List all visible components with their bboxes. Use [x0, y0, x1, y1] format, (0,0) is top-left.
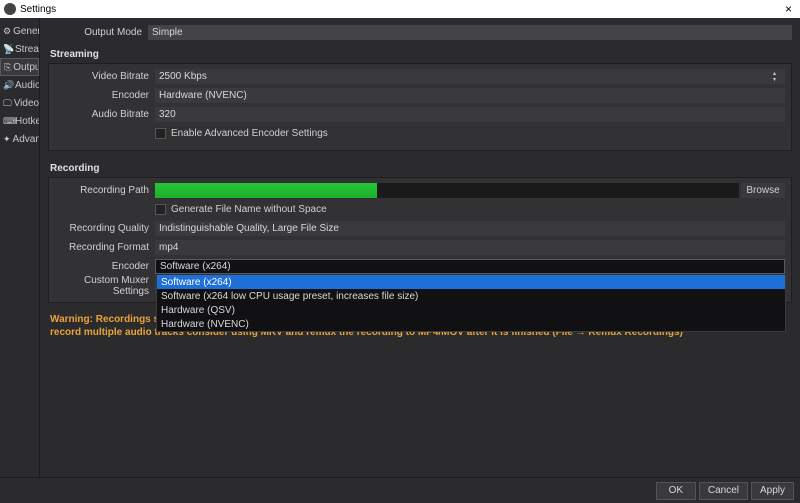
stream-icon: 📡 — [3, 44, 13, 55]
cancel-button[interactable]: Cancel — [699, 482, 748, 500]
recording-path-input[interactable] — [155, 183, 739, 198]
sidebar-item-general[interactable]: ⚙ General — [0, 22, 39, 40]
recording-format-select[interactable]: mp4 — [155, 240, 785, 255]
output-icon: ⎘ — [4, 62, 11, 73]
advanced-icon: ✦ — [3, 134, 11, 145]
sidebar-item-stream[interactable]: 📡 Stream — [0, 40, 39, 58]
sidebar-item-label: Output — [13, 62, 39, 73]
recording-encoder-select[interactable]: Software (x264) — [155, 259, 785, 274]
encoder-option[interactable]: Hardware (NVENC) — [157, 317, 785, 331]
browse-button[interactable]: Browse — [741, 183, 785, 198]
spinner-icon[interactable]: ▴▾ — [773, 69, 783, 84]
adv-encoder-checkbox-label: Enable Advanced Encoder Settings — [171, 128, 328, 139]
video-bitrate-label: Video Bitrate — [55, 71, 155, 82]
recording-quality-select[interactable]: Indistinguishable Quality, Large File Si… — [155, 221, 785, 236]
settings-sidebar: ⚙ General 📡 Stream ⎘ Output 🔊 Audio 🖵 Vi… — [0, 18, 40, 477]
audio-icon: 🔊 — [3, 80, 13, 91]
sidebar-item-label: Advanced — [13, 134, 39, 145]
sidebar-item-label: Video — [14, 98, 39, 109]
encoder-option[interactable]: Hardware (QSV) — [157, 303, 785, 317]
gear-icon: ⚙ — [3, 26, 11, 37]
muxer-label: Custom Muxer Settings — [55, 275, 155, 297]
audio-bitrate-select[interactable]: 320 — [155, 107, 785, 122]
output-mode-label: Output Mode — [48, 27, 148, 38]
output-settings-panel: Output Mode Simple Streaming Video Bitra… — [40, 18, 800, 477]
sidebar-item-advanced[interactable]: ✦ Advanced — [0, 130, 39, 148]
app-icon — [4, 3, 16, 15]
recording-encoder-label: Encoder — [55, 261, 155, 272]
sidebar-item-video[interactable]: 🖵 Video — [0, 94, 39, 112]
filename-nospace-checkbox[interactable] — [155, 204, 166, 215]
sidebar-item-label: Hotkeys — [15, 116, 39, 127]
video-icon: 🖵 — [3, 98, 12, 109]
filename-nospace-label: Generate File Name without Space — [171, 204, 327, 215]
encoder-option[interactable]: Software (x264 low CPU usage preset, inc… — [157, 289, 785, 303]
streaming-header: Streaming — [48, 43, 792, 63]
recording-encoder-dropdown[interactable]: Software (x264) Software (x264 low CPU u… — [156, 275, 786, 332]
output-mode-select[interactable]: Simple — [148, 25, 792, 40]
streaming-section: Video Bitrate 2500 Kbps▴▾ Encoder Hardwa… — [48, 63, 792, 151]
window-title: Settings — [20, 4, 56, 15]
video-bitrate-input[interactable]: 2500 Kbps▴▾ — [155, 69, 785, 84]
sidebar-item-hotkeys[interactable]: ⌨ Hotkeys — [0, 112, 39, 130]
stream-encoder-select[interactable]: Hardware (NVENC) — [155, 88, 785, 103]
ok-button[interactable]: OK — [656, 482, 696, 500]
apply-button[interactable]: Apply — [751, 482, 794, 500]
sidebar-item-label: General — [13, 26, 39, 37]
encoder-option[interactable]: Software (x264) — [157, 275, 785, 289]
recording-path-label: Recording Path — [55, 185, 155, 196]
sidebar-item-audio[interactable]: 🔊 Audio — [0, 76, 39, 94]
sidebar-item-label: Stream — [15, 44, 39, 55]
close-icon[interactable]: × — [781, 2, 796, 16]
title-bar: Settings × — [0, 0, 800, 18]
recording-quality-label: Recording Quality — [55, 223, 155, 234]
sidebar-item-label: Audio — [15, 80, 39, 91]
hotkeys-icon: ⌨ — [3, 116, 13, 127]
recording-format-label: Recording Format — [55, 242, 155, 253]
recording-section: Recording Path Browse Generate File Name… — [48, 177, 792, 303]
sidebar-item-output[interactable]: ⎘ Output — [0, 58, 39, 76]
audio-bitrate-label: Audio Bitrate — [55, 109, 155, 120]
dialog-footer: OK Cancel Apply — [0, 477, 800, 503]
adv-encoder-checkbox[interactable] — [155, 128, 166, 139]
recording-header: Recording — [48, 157, 792, 177]
stream-encoder-label: Encoder — [55, 90, 155, 101]
